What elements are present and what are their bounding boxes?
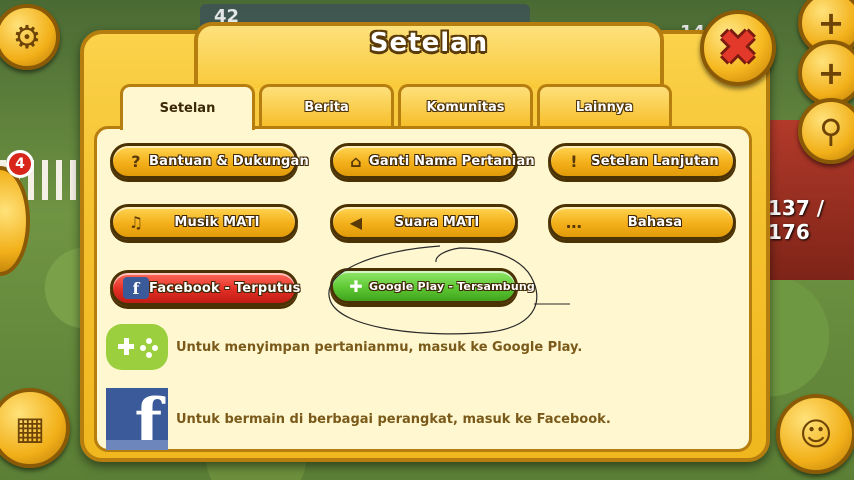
- exclamation-icon: !: [570, 151, 578, 171]
- rename-farm-button[interactable]: ⌂ Ganti Nama Pertanian: [330, 143, 535, 179]
- facebook-logo-icon: f: [106, 388, 168, 450]
- cash-register-icon: ▦: [14, 409, 46, 447]
- friends-button[interactable]: ☺: [776, 394, 854, 474]
- tab-bar: Setelan Berita Komunitas Lainnya: [120, 84, 672, 130]
- gear-icon: ⚙: [12, 18, 42, 56]
- plus-icon: +: [817, 4, 845, 42]
- facebook-icon: f: [123, 277, 149, 299]
- dialog-title: Setelan: [369, 28, 489, 58]
- tab-komunitas[interactable]: Komunitas: [398, 84, 533, 128]
- advanced-settings-button[interactable]: ! Setelan Lanjutan: [548, 143, 736, 179]
- notification-badge: 4: [6, 150, 34, 178]
- sound-toggle-label: Suara MATI: [394, 214, 480, 230]
- facebook-connect-button[interactable]: f Facebook - Terputus: [110, 270, 300, 306]
- tab-lainnya[interactable]: Lainnya: [537, 84, 672, 128]
- speech-bubble-icon: …: [565, 212, 583, 232]
- plus-icon: +: [817, 54, 845, 92]
- language-label: Bahasa: [627, 214, 683, 230]
- question-icon: ?: [131, 151, 141, 171]
- dialog-header: Setelan: [194, 22, 664, 88]
- help-support-label: Bantuan & Dukungan: [149, 153, 309, 169]
- close-button[interactable]: ✖: [700, 10, 776, 86]
- google-play-info: Untuk menyimpan pertanianmu, masuk ke Go…: [106, 324, 582, 370]
- magnifier-icon: ⚲: [819, 112, 843, 150]
- sound-toggle-button[interactable]: ◀ Suara MATI: [330, 204, 518, 240]
- friends-icon: ☺: [799, 415, 833, 453]
- facebook-info: f Untuk bermain di berbagai perangkat, m…: [106, 388, 611, 450]
- speaker-icon: ◀: [349, 212, 363, 232]
- language-button[interactable]: … Bahasa: [548, 204, 736, 240]
- barn-counter: 137 / 176: [768, 196, 825, 244]
- music-toggle-label: Musik MATI: [174, 214, 260, 230]
- gamepad-icon: ✚: [349, 276, 363, 296]
- google-play-label: Google Play - Tersambung: [369, 279, 535, 293]
- tab-berita[interactable]: Berita: [259, 84, 394, 128]
- music-toggle-button[interactable]: ♫ Musik MATI: [110, 204, 298, 240]
- help-support-button[interactable]: ? Bantuan & Dukungan: [110, 143, 309, 179]
- google-play-info-text: Untuk menyimpan pertanianmu, masuk ke Go…: [176, 339, 583, 355]
- facebook-connect-label: Facebook - Terputus: [149, 280, 301, 296]
- google-play-button[interactable]: ✚ Google Play - Tersambung: [330, 268, 535, 304]
- advanced-settings-label: Setelan Lanjutan: [591, 153, 719, 169]
- music-note-icon: ♫: [128, 212, 144, 232]
- tab-setelan[interactable]: Setelan: [120, 84, 255, 130]
- facebook-info-text: Untuk bermain di berbagai perangkat, mas…: [176, 411, 611, 427]
- farm-house-icon: ⌂: [350, 151, 362, 171]
- google-play-games-icon: [106, 324, 168, 370]
- close-icon: ✖: [717, 20, 759, 76]
- rename-farm-label: Ganti Nama Pertanian: [369, 153, 535, 169]
